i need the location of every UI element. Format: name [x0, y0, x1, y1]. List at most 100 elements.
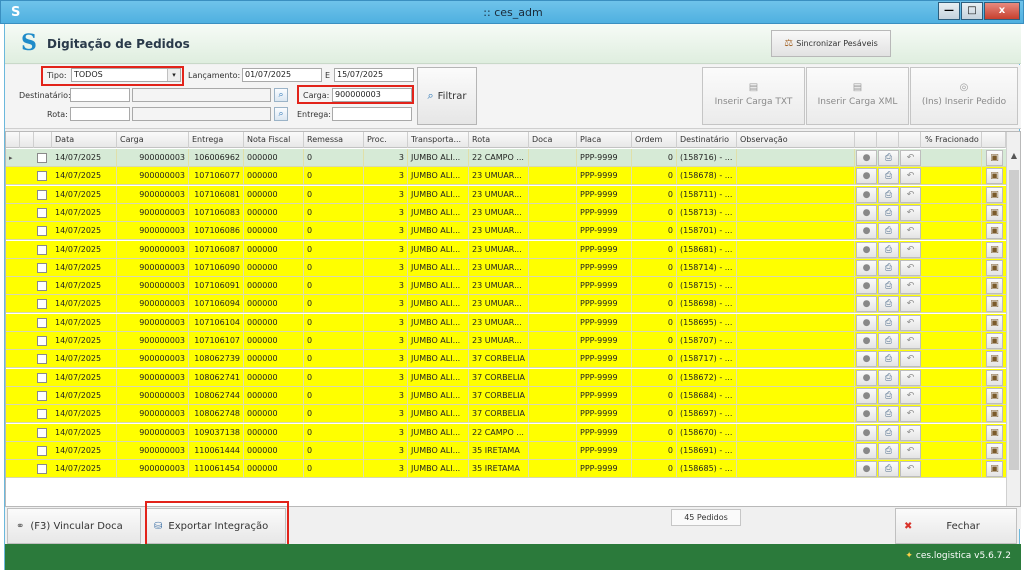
printer-icon[interactable]: ⎙ [878, 369, 899, 386]
sync-weighables-button[interactable]: ⚖ Sincronizar Pesáveis [771, 30, 891, 57]
rota-code-input[interactable] [70, 107, 130, 121]
circle-icon[interactable]: ● [856, 241, 877, 258]
row-checkbox[interactable] [37, 244, 47, 255]
clipboard-icon[interactable]: ▣ [986, 168, 1003, 185]
clipboard-icon[interactable]: ▣ [986, 387, 1003, 404]
clipboard-icon[interactable]: ▣ [986, 314, 1003, 331]
clipboard-icon[interactable]: ▣ [986, 333, 1003, 349]
undo-icon[interactable]: ↶ [900, 314, 921, 331]
column-header[interactable]: Transporta... [408, 132, 469, 148]
row-checkbox[interactable] [37, 262, 47, 273]
circle-icon[interactable]: ● [856, 168, 877, 185]
row-checkbox[interactable] [37, 317, 47, 328]
clipboard-icon[interactable]: ▣ [986, 461, 1003, 478]
printer-icon[interactable]: ⎙ [878, 314, 899, 331]
clipboard-icon[interactable]: ▣ [986, 241, 1003, 258]
destinatario-code-input[interactable] [70, 88, 130, 102]
undo-icon[interactable]: ↶ [900, 333, 921, 349]
close-window-button[interactable]: x [984, 2, 1020, 20]
row-checkbox[interactable] [37, 445, 47, 456]
circle-icon[interactable]: ● [856, 351, 877, 368]
row-checkbox[interactable] [37, 226, 47, 237]
column-header[interactable]: Carga [117, 132, 189, 148]
printer-icon[interactable]: ⎙ [878, 461, 899, 478]
undo-icon[interactable]: ↶ [900, 424, 921, 441]
undo-icon[interactable]: ↶ [900, 351, 921, 368]
table-row[interactable]: 14/07/2025 900000003 109037138 000000 0 3 JUMB… [6, 423, 1006, 442]
undo-icon[interactable]: ↶ [900, 204, 921, 221]
row-checkbox[interactable] [37, 281, 47, 292]
insert-carga-xml-button[interactable]: ▤ Inserir Carga XML [806, 67, 909, 125]
undo-icon[interactable]: ↶ [900, 168, 921, 185]
clipboard-icon[interactable]: ▣ [986, 223, 1003, 240]
printer-icon[interactable]: ⎙ [878, 241, 899, 258]
circle-icon[interactable]: ● [856, 204, 877, 221]
circle-icon[interactable]: ● [856, 296, 877, 313]
printer-icon[interactable]: ⎙ [878, 406, 899, 423]
clipboard-icon[interactable]: ▣ [986, 186, 1003, 203]
clipboard-icon[interactable]: ▣ [986, 369, 1003, 386]
destinatario-search-icon[interactable]: ⌕ [274, 88, 288, 102]
scrollbar-thumb[interactable] [1009, 170, 1019, 470]
circle-icon[interactable]: ● [856, 461, 877, 478]
clipboard-icon[interactable]: ▣ [986, 150, 1003, 166]
table-row[interactable]: 14/07/2025 900000003 107106081 000000 0 3 JUMB… [6, 185, 1006, 204]
column-header[interactable]: % Fracionado [922, 132, 982, 148]
clipboard-icon[interactable]: ▣ [986, 351, 1003, 368]
row-checkbox[interactable] [37, 372, 47, 383]
table-row[interactable]: 14/07/2025 900000003 107106083 000000 0 3 JUMB… [6, 203, 1006, 222]
circle-icon[interactable]: ● [856, 150, 877, 166]
column-header[interactable]: Proc. [364, 132, 408, 148]
row-checkbox[interactable] [37, 427, 47, 438]
table-row[interactable]: 14/07/2025 900000003 107106090 000000 0 3 JUMB… [6, 258, 1006, 277]
row-checkbox[interactable] [37, 171, 47, 182]
circle-icon[interactable]: ● [856, 387, 877, 404]
minimize-button[interactable]: — [938, 2, 960, 20]
printer-icon[interactable]: ⎙ [878, 150, 899, 166]
row-checkbox[interactable] [37, 299, 47, 310]
entrega-input[interactable] [332, 107, 412, 121]
table-row[interactable]: 14/07/2025 900000003 107106104 000000 0 3 JUMB… [6, 313, 1006, 332]
row-checkbox[interactable] [37, 390, 47, 401]
clipboard-icon[interactable]: ▣ [986, 204, 1003, 221]
table-row[interactable]: 14/07/2025 900000003 107106077 000000 0 3 JUMB… [6, 167, 1006, 186]
printer-icon[interactable]: ⎙ [878, 296, 899, 313]
table-row[interactable]: 14/07/2025 900000003 108062741 000000 0 3 JUMB… [6, 368, 1006, 387]
undo-icon[interactable]: ↶ [900, 369, 921, 386]
table-row[interactable]: 14/07/2025 900000003 107106087 000000 0 3 JUMB… [6, 240, 1006, 259]
column-header[interactable]: Remessa [304, 132, 364, 148]
circle-icon[interactable]: ● [856, 406, 877, 423]
table-row[interactable]: 14/07/2025 900000003 107106094 000000 0 3 JUMB… [6, 295, 1006, 314]
lancamento-from-input[interactable]: 01/07/2025 [242, 68, 322, 82]
maximize-button[interactable]: □ [961, 2, 983, 20]
column-header[interactable]: Observação [737, 132, 855, 148]
column-header[interactable]: Nota Fiscal [244, 132, 304, 148]
undo-icon[interactable]: ↶ [900, 406, 921, 423]
undo-icon[interactable]: ↶ [900, 278, 921, 295]
row-checkbox[interactable] [37, 354, 47, 365]
printer-icon[interactable]: ⎙ [878, 442, 899, 459]
table-row[interactable]: ▸ 14/07/2025 900000003 106006962 000000 0 3 JUM… [6, 149, 1006, 167]
column-header[interactable]: Data [52, 132, 117, 148]
clipboard-icon[interactable]: ▣ [986, 259, 1003, 276]
column-header[interactable]: Doca [529, 132, 577, 148]
undo-icon[interactable]: ↶ [900, 442, 921, 459]
circle-icon[interactable]: ● [856, 223, 877, 240]
undo-icon[interactable]: ↶ [900, 241, 921, 258]
circle-icon[interactable]: ● [856, 314, 877, 331]
printer-icon[interactable]: ⎙ [878, 333, 899, 349]
table-row[interactable]: 14/07/2025 900000003 108062744 000000 0 3 JUMB… [6, 386, 1006, 405]
table-row[interactable]: 14/07/2025 900000003 107106091 000000 0 3 JUMB… [6, 277, 1006, 296]
table-row[interactable]: 14/07/2025 900000003 110061454 000000 0 3 JUMB… [6, 460, 1006, 479]
printer-icon[interactable]: ⎙ [878, 186, 899, 203]
row-checkbox[interactable] [37, 464, 47, 475]
circle-icon[interactable]: ● [856, 442, 877, 459]
printer-icon[interactable]: ⎙ [878, 351, 899, 368]
circle-icon[interactable]: ● [856, 424, 877, 441]
column-header[interactable]: Placa [577, 132, 632, 148]
insert-pedido-button[interactable]: ◎ (Ins) Inserir Pedido [910, 67, 1018, 125]
table-row[interactable]: 14/07/2025 900000003 108062748 000000 0 3 JUMB… [6, 405, 1006, 424]
clipboard-icon[interactable]: ▣ [986, 424, 1003, 441]
circle-icon[interactable]: ● [856, 259, 877, 276]
circle-icon[interactable]: ● [856, 278, 877, 295]
